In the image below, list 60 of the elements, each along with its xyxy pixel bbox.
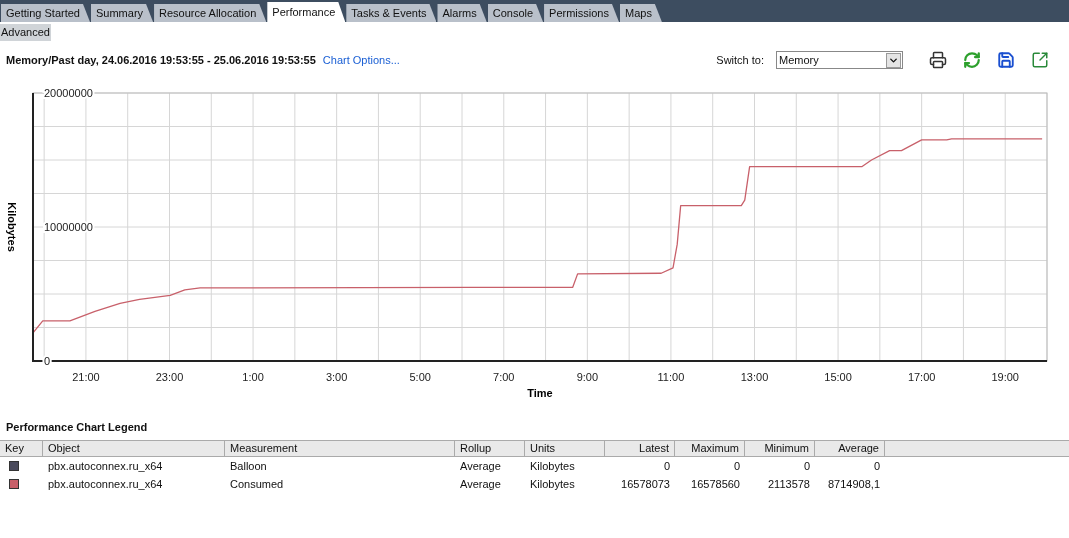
refresh-icon[interactable] — [963, 51, 981, 69]
legend-title: Performance Chart Legend — [5, 420, 149, 436]
column-header[interactable]: Key — [0, 441, 43, 456]
x-tick-label: 5:00 — [409, 371, 431, 383]
chart-title: Memory/Past day, 24.06.2016 19:53:55 - 25.06.2016 19:53:55 — [6, 52, 316, 68]
save-icon[interactable] — [997, 51, 1015, 69]
x-tick-label: 9:00 — [576, 371, 599, 383]
x-tick-label: 21:00 — [72, 371, 100, 383]
column-header[interactable]: Rollup — [455, 441, 525, 456]
column-header[interactable]: Minimum — [745, 441, 815, 456]
table-cell-text: 2113578 — [767, 476, 811, 492]
table-cell-text: Average — [459, 458, 502, 474]
table-cell-text: 0 — [662, 458, 671, 474]
table-cell-text: 16578560 — [690, 476, 741, 492]
table-cell-text: 0 — [802, 458, 811, 474]
table-cell-text: Average — [459, 476, 502, 492]
table-cell-text: 8714908,1 — [827, 476, 881, 492]
print-icon[interactable] — [929, 51, 947, 69]
tab[interactable]: Summary — [91, 4, 154, 22]
y-axis-title: Kilobytes — [6, 202, 18, 252]
chart-options-link[interactable]: Chart Options... — [322, 51, 400, 69]
x-tick-label: 1:00 — [242, 371, 264, 383]
tab[interactable]: Performance — [267, 2, 346, 22]
switch-label: Switch to: — [716, 52, 764, 68]
column-header[interactable]: Units — [525, 441, 605, 456]
column-header[interactable]: Average — [815, 441, 885, 456]
x-tick-label: 3:00 — [325, 371, 348, 383]
x-tick-label: 23:00 — [155, 371, 184, 383]
tab[interactable]: Tasks & Events — [346, 4, 437, 22]
tab[interactable]: Resource Allocation — [154, 4, 267, 22]
x-tick-label: 19:00 — [991, 371, 1019, 383]
column-header[interactable]: Maximum — [675, 441, 745, 456]
table-cell-text: Kilobytes — [529, 476, 576, 492]
table-cell-text: Balloon — [229, 458, 268, 474]
table-cell-text: 16578073 — [620, 476, 671, 492]
tab[interactable]: Console — [487, 4, 544, 22]
table-cell-text: Consumed — [229, 476, 285, 492]
x-axis-title: Time — [527, 387, 553, 399]
x-tick-label: 11:00 — [657, 371, 685, 383]
table-cell-text: Kilobytes — [529, 458, 576, 474]
x-tick-label: 7:00 — [493, 371, 515, 383]
table-cell-text: 0 — [732, 458, 741, 474]
x-tick-label: 15:00 — [824, 371, 852, 383]
tab[interactable]: Getting Started — [1, 4, 90, 22]
tab[interactable]: Maps — [620, 4, 662, 22]
column-header[interactable]: Object — [43, 441, 225, 456]
column-header[interactable]: Latest — [605, 441, 675, 456]
x-tick-label: 13:00 — [740, 371, 769, 383]
table-cell-text: pbx.autoconnex.ru_x64 — [47, 458, 164, 474]
view-button[interactable]: Advanced — [0, 23, 51, 41]
tab[interactable]: Alarms — [437, 4, 487, 22]
export-icon[interactable] — [1031, 51, 1049, 69]
table-cell-text: 0 — [872, 458, 881, 474]
y-tick-label: 10000000 — [44, 221, 93, 233]
tab[interactable]: Permissions — [544, 4, 619, 22]
switch-dropdown[interactable]: Memory — [776, 51, 903, 69]
column-header[interactable]: Measurement — [225, 441, 455, 456]
y-tick-label: 20000000 — [44, 87, 93, 99]
x-tick-label: 17:00 — [907, 371, 936, 383]
table-cell-text: pbx.autoconnex.ru_x64 — [47, 476, 164, 492]
